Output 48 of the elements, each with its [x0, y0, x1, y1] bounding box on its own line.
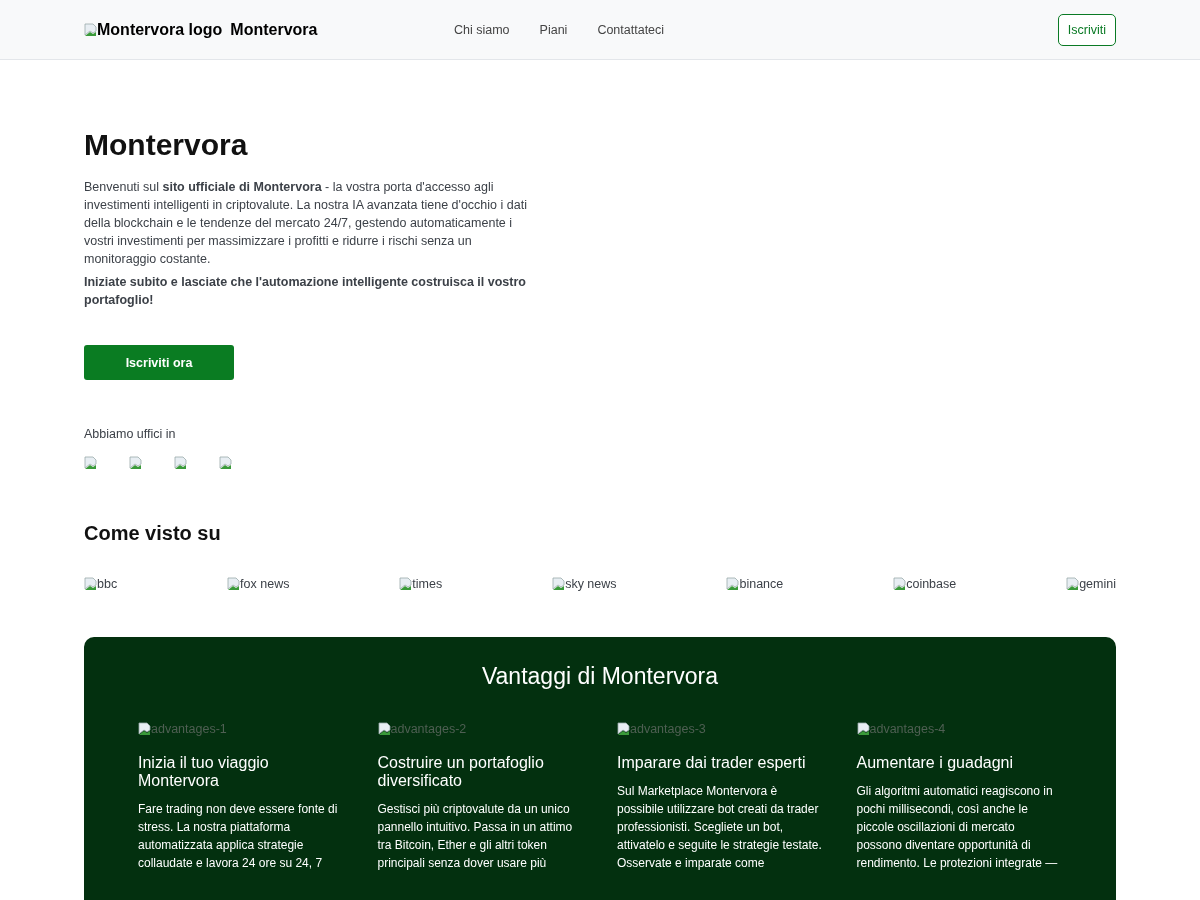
press-logo-alt-text: sky news [552, 577, 617, 591]
signup-button[interactable]: Iscriviti [1057, 13, 1116, 46]
brand-name[interactable]: Montervora [230, 20, 318, 39]
advantage-image-alt-text: advantages-3 [617, 722, 823, 736]
hero-title: Montervora [84, 128, 249, 162]
advantage-title: Imparare dai trader esperti [617, 754, 807, 772]
press-logo-alt-text: bbc [84, 577, 118, 591]
advantage-image-alt-text: advantages-4 [856, 722, 1062, 736]
broken-image-icon [227, 577, 241, 591]
advantage-title: Inizia il tuo viaggio Montervora [138, 754, 270, 790]
logo-alt-text: Montervora logo [84, 20, 223, 39]
advantage-image-alt-text: advantages-2 [377, 722, 583, 736]
broken-image-icon [138, 722, 151, 736]
advantages-title: Vantaggi di Montervora [480, 663, 720, 690]
intro-paragraph: Benvenuti sul sito ufficiale di Montervora - la vostra porta d'accesso agli investimenti intelligenti in criptovalute. La nostra IA avanzata tiene d'occhio i dati della blockchain e le tendenze del mercato 24/7, gestendo automaticamente i vostri investimenti per massimizzare i profitti e ridurre i rischi senza un monitoraggio costante. [84, 179, 528, 268]
press-logo-alt-text: coinbase [893, 577, 957, 591]
advantage-text: Gestisci più criptovalute da un unico pannello intuitivo. Passa in un attimo tra Bitcoin, Ether e gli altri token principali senza dover usare più [377, 801, 574, 872]
call-to-action-text: Iniziate subito e lasciate che l'automazione intelligente costruisca il vostro portafoglio! [84, 274, 527, 309]
nav-link[interactable]: Contattateci [597, 22, 665, 37]
broken-image-icon [84, 577, 97, 591]
broken-image-icon [893, 577, 907, 591]
advantage-text: Gli algoritmi automatici reagiscono in pochi millisecondi, così anche le piccole oscillazioni di mercato possono diventare opportunità di rendimento. Le protezioni integrate — [856, 783, 1059, 872]
broken-image-icon [726, 577, 740, 591]
offices-label: Abbiamo uffici in [84, 427, 177, 441]
signup-now-button[interactable]: Iscriviti ora [84, 345, 234, 380]
press-logo-alt-text: binance [726, 577, 784, 591]
advantage-text: Sul Marketplace Montervora è possibile utilizzare bot creati da trader professionisti. Scegliete un bot, attivatelo e seguite le strategie testate. Osservate e imparate come [617, 783, 823, 872]
press-logo-alt-text: fox news [227, 577, 290, 591]
advantage-text: Fare trading non deve essere fonte di stress. La nostra piattaforma automatizzata applica strategie collaudate e lavora 24 ore su 24, 7 [138, 801, 339, 872]
advantage-title: Costruire un portafoglio diversificato [377, 754, 545, 790]
broken-image-icon [399, 577, 413, 591]
advantage-title: Aumentare i guadagni [856, 754, 1015, 772]
broken-image-icon [129, 456, 142, 470]
nav-link[interactable]: Chi siamo [454, 22, 510, 37]
press-logo-alt-text: times [399, 577, 443, 591]
broken-image-icon [552, 577, 566, 591]
broken-image-icon [84, 456, 97, 470]
broken-image-icon [617, 722, 630, 736]
advantage-image-alt-text: advantages-1 [138, 722, 344, 736]
broken-image-icon [856, 722, 870, 736]
press-logo-alt-text: gemini [1066, 577, 1116, 591]
broken-image-icon [84, 22, 97, 37]
broken-image-icon [1066, 577, 1080, 591]
broken-image-icon [377, 722, 391, 736]
press-title: Come visto su [84, 522, 222, 545]
broken-image-icon [219, 456, 232, 470]
nav-link[interactable]: Piani [539, 22, 568, 37]
broken-image-icon [174, 456, 187, 470]
